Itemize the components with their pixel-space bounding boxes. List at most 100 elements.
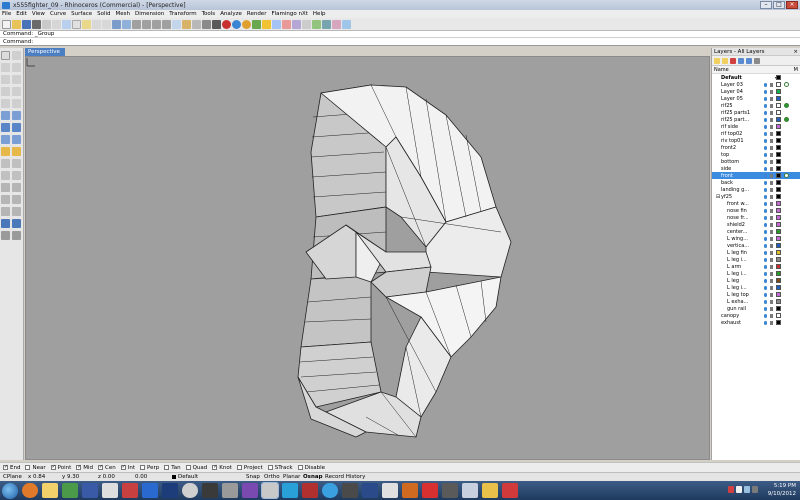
- layer-name[interactable]: rif25 part...: [721, 117, 761, 123]
- app-printer-icon[interactable]: [442, 483, 458, 498]
- snap-toggle[interactable]: Snap: [246, 474, 260, 480]
- lock-icon[interactable]: [770, 292, 773, 297]
- copy-object-icon[interactable]: [12, 183, 21, 192]
- menu-file[interactable]: File: [2, 11, 11, 17]
- lock-icon[interactable]: [770, 117, 773, 122]
- osnap-item[interactable]: Project: [236, 465, 263, 471]
- lock-icon[interactable]: [770, 299, 773, 304]
- lock-icon[interactable]: [770, 187, 773, 192]
- layer-name[interactable]: Layer 05: [721, 96, 761, 102]
- lightbulb-icon[interactable]: [764, 159, 767, 164]
- join-icon[interactable]: [1, 171, 10, 180]
- lock-icon[interactable]: [770, 131, 773, 136]
- menu-transform[interactable]: Transform: [169, 11, 196, 17]
- grid-icon[interactable]: [192, 19, 201, 29]
- layer-row[interactable]: front: [712, 172, 800, 179]
- layer-name[interactable]: L leg fin: [727, 250, 767, 256]
- layer-color-swatch[interactable]: [776, 243, 781, 248]
- column-material[interactable]: M: [794, 66, 798, 74]
- osnap-item[interactable]: STrack: [267, 465, 293, 471]
- app-red3-icon[interactable]: [422, 483, 438, 498]
- layer-color-swatch[interactable]: [776, 110, 781, 115]
- layer-color-swatch[interactable]: [776, 313, 781, 318]
- lock-icon[interactable]: [770, 264, 773, 269]
- osnap-item[interactable]: Knot: [212, 464, 232, 471]
- select-arrow-icon[interactable]: [1, 51, 10, 60]
- app-red2-icon[interactable]: [302, 483, 318, 498]
- lightbulb-icon[interactable]: [764, 194, 767, 199]
- loft-icon[interactable]: [12, 111, 21, 120]
- zoom-selected-icon[interactable]: [162, 19, 171, 29]
- osnap-item[interactable]: Int: [120, 464, 135, 471]
- export-icon[interactable]: [52, 19, 61, 29]
- minimize-button[interactable]: –: [760, 1, 772, 9]
- lightbulb-icon[interactable]: [764, 117, 767, 122]
- layer-row[interactable]: L exha...: [712, 298, 800, 305]
- lightbulb-icon[interactable]: [764, 89, 767, 94]
- lock-icon[interactable]: [770, 145, 773, 150]
- layer-color-swatch[interactable]: [776, 208, 781, 213]
- lock-icon[interactable]: [770, 138, 773, 143]
- record-history-toggle[interactable]: Record History: [325, 474, 365, 480]
- history-icon[interactable]: [322, 19, 331, 29]
- layer-row[interactable]: Layer 03: [712, 81, 800, 88]
- zoom-window-icon[interactable]: [142, 19, 151, 29]
- planar-toggle[interactable]: Planar: [283, 474, 300, 480]
- layer-name[interactable]: front: [721, 173, 761, 179]
- lock-icon[interactable]: [770, 215, 773, 220]
- layer-row[interactable]: rif top02: [712, 130, 800, 137]
- menu-analyze[interactable]: Analyze: [220, 11, 242, 17]
- layer-color-swatch[interactable]: [776, 306, 781, 311]
- photoshop-icon[interactable]: [162, 483, 178, 498]
- layer-name[interactable]: vertica...: [727, 243, 767, 249]
- lightbulb-icon[interactable]: [764, 110, 767, 115]
- lock-icon[interactable]: [770, 271, 773, 276]
- osnap-checkbox[interactable]: [50, 464, 56, 470]
- lock-icon[interactable]: [770, 124, 773, 129]
- layer-color-swatch[interactable]: [776, 194, 781, 199]
- copy-icon[interactable]: [72, 19, 81, 29]
- lightbulb-icon[interactable]: [764, 187, 767, 192]
- firefox-icon[interactable]: [22, 483, 38, 498]
- app-circle-icon[interactable]: [322, 483, 338, 498]
- layer-row[interactable]: L leg: [712, 277, 800, 284]
- layer-color-swatch[interactable]: [776, 236, 781, 241]
- ortho-toggle[interactable]: Ortho: [264, 474, 280, 480]
- lock-icon[interactable]: [770, 208, 773, 213]
- lightbulb-icon[interactable]: [764, 264, 767, 269]
- lightbulb-icon[interactable]: [764, 201, 767, 206]
- delete-icon[interactable]: [282, 19, 291, 29]
- osnap-item[interactable]: Perp: [140, 465, 159, 471]
- sphere-icon[interactable]: [12, 123, 21, 132]
- layer-row[interactable]: shield2: [712, 221, 800, 228]
- tray-flag-icon[interactable]: [752, 486, 758, 493]
- lock-icon[interactable]: [770, 89, 773, 94]
- layer-row[interactable]: L leg i...: [712, 256, 800, 263]
- lock-icon[interactable]: [770, 180, 773, 185]
- layer-row[interactable]: L leg i...: [712, 270, 800, 277]
- undo-icon[interactable]: [92, 19, 101, 29]
- lock-icon[interactable]: [770, 166, 773, 171]
- lock-icon[interactable]: [770, 103, 773, 108]
- text-icon[interactable]: [12, 99, 21, 108]
- layer-color-swatch[interactable]: [776, 82, 781, 87]
- layer-name[interactable]: L exha...: [727, 299, 767, 305]
- program-icon[interactable]: [102, 483, 118, 498]
- layer-color-swatch[interactable]: [776, 292, 781, 297]
- print-icon[interactable]: [32, 19, 41, 29]
- layer-name[interactable]: nose fin: [727, 208, 767, 214]
- osnap-checkbox[interactable]: [25, 465, 31, 470]
- shaded-icon[interactable]: [212, 19, 221, 29]
- layer-name[interactable]: L leg: [727, 278, 767, 284]
- lock-icon[interactable]: [770, 110, 773, 115]
- menu-view[interactable]: View: [32, 11, 45, 17]
- layer-color-swatch[interactable]: [776, 103, 781, 108]
- layer-row[interactable]: L wing...: [712, 235, 800, 242]
- osnap-item[interactable]: Mid: [76, 464, 93, 471]
- fillet-icon[interactable]: [1, 147, 10, 156]
- clock[interactable]: 5:19 PM 9/10/2012: [768, 482, 796, 498]
- help-icon[interactable]: [342, 19, 351, 29]
- lock-icon[interactable]: [770, 229, 773, 234]
- lightbulb-icon[interactable]: [764, 103, 767, 108]
- app-red4-icon[interactable]: [502, 483, 518, 498]
